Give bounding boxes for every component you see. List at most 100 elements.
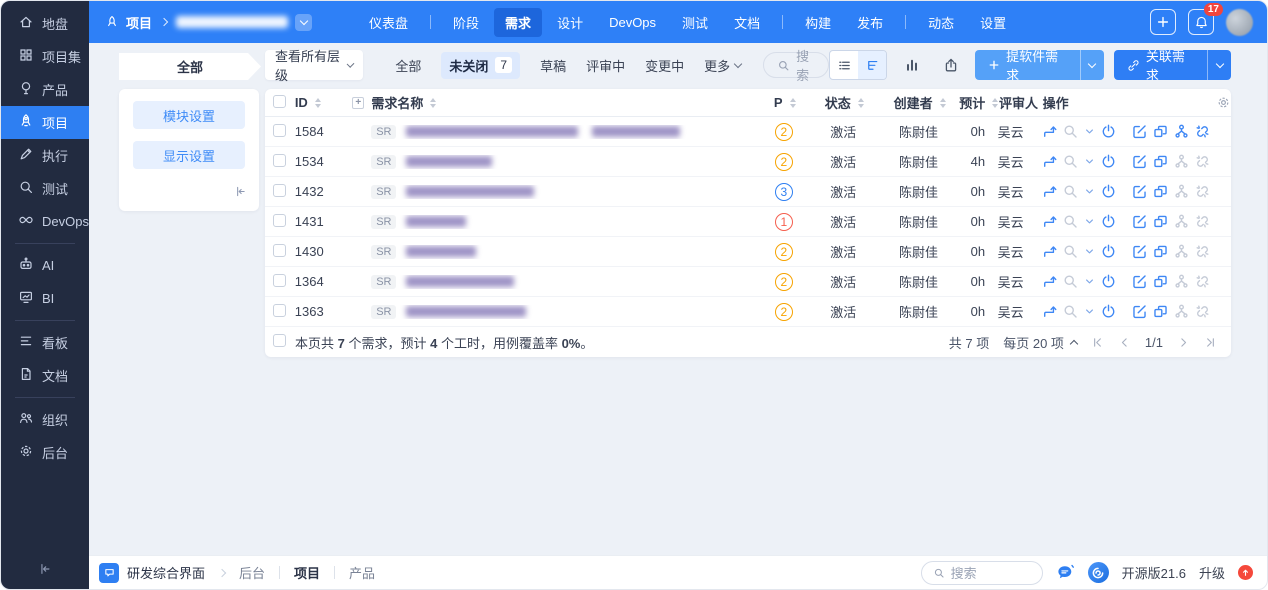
sort-icon[interactable] <box>940 98 946 108</box>
requirement-id[interactable]: 1430 <box>295 244 352 259</box>
topnav-test[interactable]: 测试 <box>671 8 719 37</box>
topnav-requirement[interactable]: 需求 <box>494 8 542 37</box>
row-checkbox[interactable] <box>273 244 286 257</box>
list-view-icon[interactable] <box>830 51 858 79</box>
bottomnav-admin[interactable]: 后台 <box>239 563 265 582</box>
change-icon[interactable] <box>1041 183 1058 200</box>
sidebar-item-org[interactable]: 组织 <box>1 403 89 436</box>
sidebar-item-home[interactable]: 地盘 <box>1 7 89 40</box>
subdivide-icon[interactable] <box>1152 123 1169 140</box>
upgrade-link[interactable]: 升级 <box>1199 563 1225 582</box>
column-header-priority[interactable]: P <box>761 95 809 110</box>
sidebar-item-doc[interactable]: 文档 <box>1 359 89 392</box>
notification-bell-icon[interactable]: 17 <box>1188 9 1214 35</box>
sidebar-collapse-icon[interactable] <box>38 562 52 579</box>
workspace-label[interactable]: 研发综合界面 <box>127 563 205 582</box>
submit-dropdown-chevron[interactable] <box>1080 50 1104 80</box>
assign-child-icon[interactable] <box>1173 243 1190 260</box>
close-icon[interactable] <box>1100 303 1117 320</box>
change-icon[interactable] <box>1041 273 1058 290</box>
edit-icon[interactable] <box>1131 243 1148 260</box>
column-header-status[interactable]: 状态 <box>809 93 880 112</box>
subdivide-icon[interactable] <box>1152 303 1169 320</box>
topnav-dynamic[interactable]: 动态 <box>917 8 965 37</box>
subdivide-icon[interactable] <box>1152 213 1169 230</box>
version-label[interactable]: 开源版21.6 <box>1122 563 1186 582</box>
message-icon[interactable] <box>1056 563 1075 582</box>
edit-icon[interactable] <box>1131 303 1148 320</box>
close-icon[interactable] <box>1100 243 1117 260</box>
change-icon[interactable] <box>1041 123 1058 140</box>
scope-tab-all[interactable]: 全部 <box>119 53 261 80</box>
sort-icon[interactable] <box>858 98 864 108</box>
bottomnav-project[interactable]: 项目 <box>294 563 320 582</box>
close-icon[interactable] <box>1100 213 1117 230</box>
topnav-build[interactable]: 构建 <box>794 8 842 37</box>
column-header-reviewer[interactable]: 评审人 <box>999 93 1043 112</box>
sidebar-item-ai[interactable]: AI <box>1 249 89 282</box>
requirement-title-redacted[interactable] <box>406 306 540 317</box>
submit-requirement-button[interactable]: 提软件需求 <box>975 50 1104 80</box>
tab-reviewing[interactable]: 评审中 <box>586 56 625 75</box>
unlink-icon[interactable] <box>1194 213 1211 230</box>
close-icon[interactable] <box>1100 273 1117 290</box>
assign-child-icon[interactable] <box>1173 303 1190 320</box>
subdivide-icon[interactable] <box>1152 153 1169 170</box>
row-checkbox[interactable] <box>273 124 286 137</box>
sort-icon[interactable] <box>430 98 436 108</box>
topnav-settings[interactable]: 设置 <box>969 8 1017 37</box>
topnav-release[interactable]: 发布 <box>846 8 894 37</box>
requirement-title-redacted[interactable] <box>406 126 694 137</box>
more-actions-chevron-icon[interactable] <box>1083 215 1096 228</box>
unlink-icon[interactable] <box>1194 273 1211 290</box>
sort-icon[interactable] <box>315 98 321 108</box>
subdivide-icon[interactable] <box>1152 273 1169 290</box>
row-checkbox[interactable] <box>273 304 286 317</box>
row-checkbox[interactable] <box>273 274 286 287</box>
zentao-logo[interactable] <box>1088 562 1109 583</box>
close-icon[interactable] <box>1100 123 1117 140</box>
topnav-devops[interactable]: DevOps <box>598 10 667 35</box>
sidebar-item-admin[interactable]: 后台 <box>1 436 89 469</box>
subdivide-icon[interactable] <box>1152 243 1169 260</box>
row-checkbox[interactable] <box>273 184 286 197</box>
panel-collapse-icon[interactable] <box>234 185 247 203</box>
footer-checkbox[interactable] <box>273 334 286 347</box>
requirement-id[interactable]: 1364 <box>295 274 352 289</box>
change-icon[interactable] <box>1041 243 1058 260</box>
requirement-title-redacted[interactable] <box>406 156 506 167</box>
sidebar-item-bi[interactable]: BI <box>1 282 89 315</box>
requirement-title-redacted[interactable] <box>406 246 490 257</box>
next-page-button[interactable] <box>1177 336 1190 349</box>
more-actions-chevron-icon[interactable] <box>1083 185 1096 198</box>
display-settings-button[interactable]: 显示设置 <box>133 141 245 169</box>
topnav-doc[interactable]: 文档 <box>723 8 771 37</box>
column-header-estimate[interactable]: 预计 <box>959 93 999 112</box>
column-settings-gear-icon[interactable] <box>1211 95 1231 110</box>
assign-child-icon[interactable] <box>1173 123 1190 140</box>
tab-unclosed[interactable]: 未关闭 7 <box>441 52 520 79</box>
tab-more[interactable]: 更多 <box>704 56 741 75</box>
tab-draft[interactable]: 草稿 <box>540 56 566 75</box>
review-icon[interactable] <box>1062 303 1079 320</box>
sidebar-item-test[interactable]: 测试 <box>1 172 89 205</box>
edit-icon[interactable] <box>1131 153 1148 170</box>
sidebar-item-execution[interactable]: 执行 <box>1 139 89 172</box>
select-all-checkbox[interactable] <box>273 95 286 108</box>
topnav-dashboard[interactable]: 仪表盘 <box>358 8 419 37</box>
topnav-design[interactable]: 设计 <box>546 8 594 37</box>
review-icon[interactable] <box>1062 183 1079 200</box>
unlink-icon[interactable] <box>1194 153 1211 170</box>
change-icon[interactable] <box>1041 213 1058 230</box>
link-dropdown-chevron[interactable] <box>1207 50 1231 80</box>
tab-all[interactable]: 全部 <box>395 56 421 75</box>
requirement-id[interactable]: 1584 <box>295 124 352 139</box>
prev-page-button[interactable] <box>1118 336 1131 349</box>
bottomnav-product[interactable]: 产品 <box>349 563 375 582</box>
unlink-icon[interactable] <box>1194 183 1211 200</box>
module-label[interactable]: 项目 <box>126 13 152 32</box>
row-checkbox[interactable] <box>273 154 286 167</box>
more-actions-chevron-icon[interactable] <box>1083 305 1096 318</box>
more-actions-chevron-icon[interactable] <box>1083 155 1096 168</box>
global-search-input[interactable]: 搜索 <box>921 561 1043 585</box>
